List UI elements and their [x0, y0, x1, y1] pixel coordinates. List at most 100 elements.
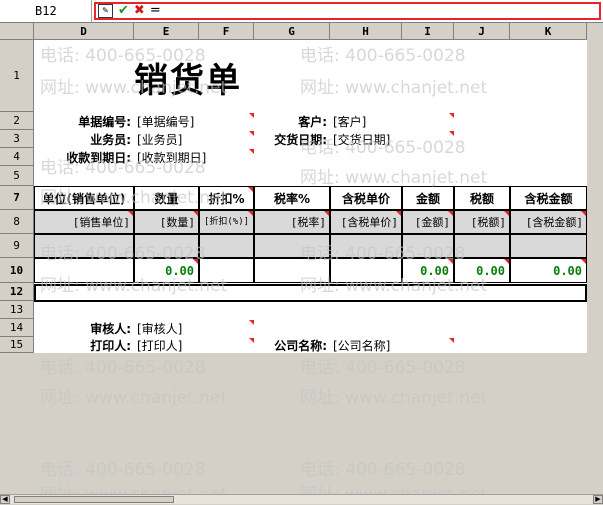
grid-cell[interactable]: [330, 234, 402, 258]
comment-marker-icon: [448, 259, 453, 264]
company-field[interactable]: [公司名称]: [330, 337, 454, 353]
grid-cell[interactable]: [199, 234, 254, 258]
field-tax[interactable]: [税额]: [454, 210, 510, 234]
row-header-9[interactable]: 9: [0, 234, 34, 258]
total-tax[interactable]: 0.00: [454, 258, 510, 283]
print-area: 销货单 单据编号: [单据编号] 客户: [客户] 业务员: [业务员] 交货日…: [34, 40, 587, 353]
grid-cell[interactable]: [402, 234, 454, 258]
watermark-site: 网址: www.chanjet.net: [40, 388, 228, 408]
watermark-site: 网址: www.chanjet.net: [300, 388, 488, 408]
comment-marker-icon: [581, 211, 586, 216]
company-label: 公司名称:: [274, 338, 327, 353]
total-sum[interactable]: 0.00: [510, 258, 587, 283]
comment-marker-icon: [449, 113, 454, 118]
comment-marker-icon: [193, 211, 198, 216]
formula-toolbar: B12 ✎ ✔ ✖ =: [0, 0, 603, 23]
spreadsheet-grid: D E F G H I J K 1 2 3 4 5 7 8 9 10 12 13…: [0, 23, 603, 505]
row-header-1[interactable]: 1: [0, 40, 34, 112]
col-header-j[interactable]: J: [454, 23, 510, 40]
col-title-discount: 折扣%: [199, 186, 254, 210]
grid-cell[interactable]: [254, 258, 330, 283]
grid-cell[interactable]: [330, 258, 402, 283]
delivery-date-field[interactable]: [交货日期]: [330, 130, 454, 148]
row-header-3[interactable]: 3: [0, 130, 34, 148]
selected-row-12[interactable]: [34, 284, 587, 302]
col-header-f[interactable]: F: [199, 23, 254, 40]
total-amount[interactable]: 0.00: [402, 258, 454, 283]
comment-marker-icon: [449, 338, 454, 343]
grid-cell[interactable]: [134, 234, 199, 258]
col-title-tax: 税额: [454, 186, 510, 210]
grid-cell[interactable]: [510, 234, 587, 258]
scroll-right-arrow-icon[interactable]: ▶: [593, 495, 603, 504]
confirm-check-icon[interactable]: ✔: [118, 3, 129, 19]
row-header-15[interactable]: 15: [0, 337, 34, 353]
grid-cell[interactable]: [199, 258, 254, 283]
comment-marker-icon: [581, 259, 586, 264]
watermark-phone: 电话: 400-665-0028: [40, 460, 206, 480]
comment-marker-icon: [504, 211, 509, 216]
printer-field[interactable]: [打印人]: [134, 337, 254, 353]
printer-label: 打印人:: [90, 338, 131, 353]
field-unit-price[interactable]: [含税单价]: [330, 210, 402, 234]
col-header-i[interactable]: I: [402, 23, 454, 40]
comment-marker-icon: [249, 149, 254, 154]
doc-no-label: 单据编号:: [78, 114, 131, 129]
total-qty[interactable]: 0.00: [134, 258, 199, 283]
field-discount[interactable]: [折扣(%)]: [199, 210, 254, 234]
col-header-k[interactable]: K: [510, 23, 587, 40]
delivery-date-label: 交货日期:: [274, 132, 327, 147]
watermark-phone: 电话: 400-665-0028: [300, 460, 466, 480]
grid-cell[interactable]: [34, 258, 134, 283]
grid-cell[interactable]: [254, 234, 330, 258]
col-title-total: 含税金额: [510, 186, 587, 210]
customer-field[interactable]: [客户]: [330, 112, 454, 130]
field-qty[interactable]: [数量]: [134, 210, 199, 234]
row-header-7[interactable]: 7: [0, 186, 34, 210]
formula-icons: ✎ ✔ ✖ =: [98, 3, 161, 19]
edit-formula-icon[interactable]: ✎: [98, 4, 113, 18]
field-total[interactable]: [含税金额]: [510, 210, 587, 234]
clerk-field[interactable]: [业务员]: [134, 130, 254, 148]
row-header-10[interactable]: 10: [0, 258, 34, 283]
comment-marker-icon: [396, 211, 401, 216]
row-header-14[interactable]: 14: [0, 319, 34, 337]
horizontal-scrollbar[interactable]: ◀ ▶: [0, 494, 603, 504]
clerk-label: 业务员:: [90, 132, 131, 147]
col-header-e[interactable]: E: [134, 23, 199, 40]
col-title-unit: 单位(销售单位): [34, 186, 134, 210]
comment-marker-icon: [249, 320, 254, 325]
watermark-phone: 电话: 400-665-0028: [40, 358, 206, 378]
scroll-left-arrow-icon[interactable]: ◀: [0, 495, 10, 504]
equals-icon[interactable]: =: [150, 3, 161, 19]
row-header-2[interactable]: 2: [0, 112, 34, 130]
due-date-label: 收款到期日:: [66, 150, 131, 165]
customer-label: 客户:: [298, 114, 327, 129]
row-header-12[interactable]: 12: [0, 283, 34, 301]
field-unit[interactable]: [销售单位]: [34, 210, 134, 234]
col-title-unit-price: 含税单价: [330, 186, 402, 210]
select-all-corner[interactable]: [0, 23, 34, 40]
col-header-g[interactable]: G: [254, 23, 330, 40]
col-title-amount: 金额: [402, 186, 454, 210]
grid-cell[interactable]: [454, 234, 510, 258]
name-box[interactable]: B12: [0, 0, 92, 22]
comment-marker-icon: [448, 211, 453, 216]
auditor-field[interactable]: [审核人]: [134, 319, 254, 337]
comment-marker-icon: [248, 211, 253, 216]
scrollbar-thumb[interactable]: [14, 496, 174, 503]
row-header-13[interactable]: 13: [0, 301, 34, 319]
col-header-d[interactable]: D: [34, 23, 134, 40]
comment-marker-icon: [248, 187, 253, 192]
row-header-5[interactable]: 5: [0, 166, 34, 186]
due-date-field[interactable]: [收款到期日]: [134, 148, 254, 166]
field-amount[interactable]: [金额]: [402, 210, 454, 234]
formula-input[interactable]: [94, 2, 601, 20]
grid-cell[interactable]: [34, 234, 134, 258]
cancel-x-icon[interactable]: ✖: [134, 3, 145, 19]
row-header-8[interactable]: 8: [0, 210, 34, 234]
row-header-4[interactable]: 4: [0, 148, 34, 166]
doc-no-field[interactable]: [单据编号]: [134, 112, 254, 130]
col-header-h[interactable]: H: [330, 23, 402, 40]
field-tax-rate[interactable]: [税率]: [254, 210, 330, 234]
